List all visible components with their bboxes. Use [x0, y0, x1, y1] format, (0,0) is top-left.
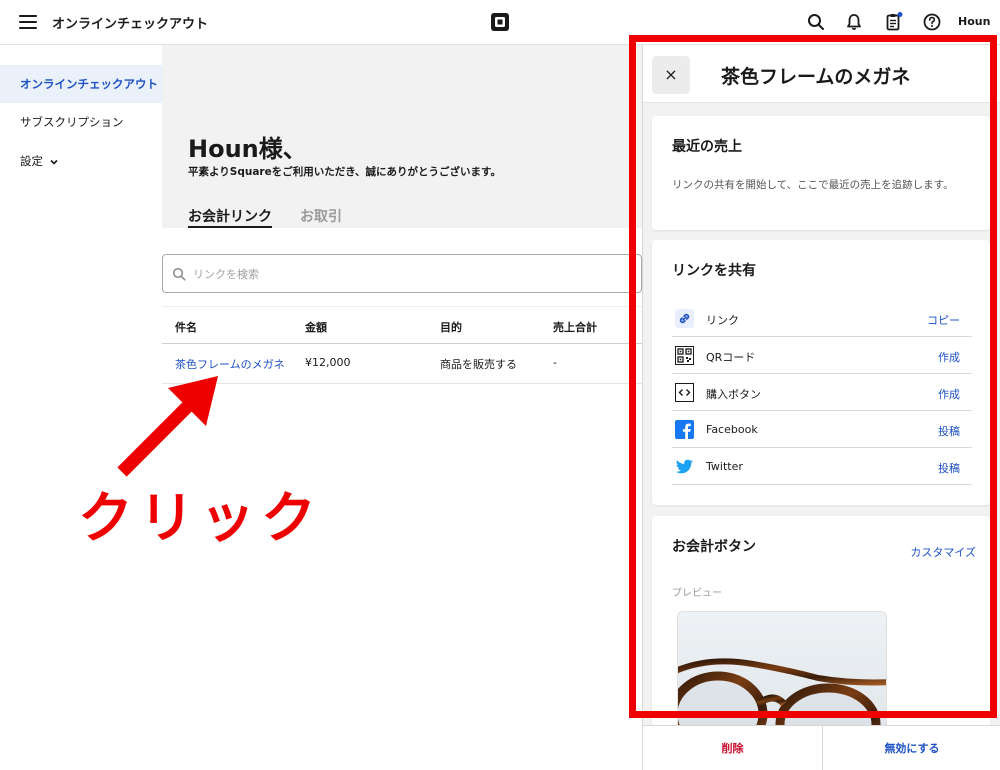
annotation-click-label: クリック — [78, 486, 323, 550]
share-row-link[interactable]: リンク コピー — [672, 300, 972, 337]
delete-button[interactable]: 削除 — [643, 726, 822, 770]
recent-sales-card: 最近の売上 リンクの共有を開始して、ここで最近の売上を追跡します。 — [652, 116, 990, 230]
glasses-image — [678, 612, 886, 735]
disable-button[interactable]: 無効にする — [822, 726, 1000, 770]
create-qr-button[interactable]: 作成 — [938, 349, 960, 365]
link-icon — [675, 309, 694, 328]
share-row-buy-button[interactable]: 購入ボタン 作成 — [672, 374, 972, 411]
share-label: リンク — [706, 314, 739, 327]
post-twitter-button[interactable]: 投稿 — [938, 460, 960, 476]
search-field[interactable] — [162, 254, 642, 293]
share-label: Twitter — [706, 460, 743, 473]
search-icon[interactable] — [806, 12, 826, 32]
share-label: QRコード — [706, 351, 756, 364]
panel-header: × 茶色フレームのメガネ — [643, 45, 1000, 103]
column-header-purpose[interactable]: 目的 — [440, 319, 462, 335]
panel-footer: 削除 無効にする — [643, 725, 1000, 770]
create-buy-button-button[interactable]: 作成 — [938, 386, 960, 402]
facebook-icon — [675, 420, 694, 439]
qr-code-icon — [675, 346, 694, 365]
sidebar-item-settings[interactable]: 設定 — [0, 142, 162, 180]
user-name[interactable]: Houn — [958, 15, 990, 28]
greeting-subtitle: 平素よりSquareをご利用いただき、誠にありがとうございます。 — [188, 166, 501, 178]
tab-transactions[interactable]: お取引 — [300, 206, 342, 228]
sidebar-item-label: 設定 — [20, 154, 43, 168]
share-row-qr-code[interactable]: QRコード 作成 — [672, 337, 972, 374]
chevron-down-icon — [50, 159, 58, 165]
sidebar-item-label: オンラインチェックアウト — [20, 77, 158, 91]
panel-title: 茶色フレームのメガネ — [721, 66, 911, 88]
share-row-twitter[interactable]: Twitter 投稿 — [672, 448, 972, 485]
share-row-facebook[interactable]: Facebook 投稿 — [672, 411, 972, 448]
search-icon — [172, 267, 186, 281]
twitter-icon — [675, 459, 693, 474]
table-header: 件名 金額 目的 売上合計 — [162, 306, 642, 344]
annotation-arrow-icon — [117, 376, 218, 477]
link-detail-panel: × 茶色フレームのメガネ 最近の売上 リンクの共有を開始して、ここで最近の売上を… — [642, 45, 1000, 770]
recent-sales-text: リンクの共有を開始して、ここで最近の売上を追跡します。 — [672, 179, 954, 191]
link-sales: - — [553, 356, 557, 369]
checkout-button-title: お会計ボタン — [672, 539, 756, 555]
customize-link[interactable]: カスタマイズ — [910, 544, 976, 560]
share-link-title: リンクを共有 — [672, 263, 756, 279]
tab-checkout-links[interactable]: お会計リンク — [188, 206, 272, 228]
share-label: Facebook — [706, 423, 758, 436]
help-icon[interactable] — [922, 12, 942, 32]
copy-link-button[interactable]: コピー — [927, 312, 960, 328]
search-input[interactable] — [193, 264, 593, 284]
code-icon — [675, 383, 694, 402]
column-header-name[interactable]: 件名 — [175, 319, 197, 335]
page-title: Houn様、 — [188, 135, 307, 163]
recent-sales-title: 最近の売上 — [672, 139, 742, 155]
sidebar-item-label: サブスクリプション — [20, 115, 124, 129]
product-preview-image — [677, 611, 887, 736]
column-header-amount[interactable]: 金額 — [305, 319, 327, 335]
menu-icon[interactable] — [19, 15, 37, 29]
post-facebook-button[interactable]: 投稿 — [938, 423, 960, 439]
bell-icon[interactable] — [844, 12, 864, 32]
square-logo[interactable] — [490, 12, 510, 32]
column-header-sales[interactable]: 売上合計 — [553, 319, 597, 335]
link-purpose: 商品を販売する — [440, 358, 517, 371]
share-label: 購入ボタン — [706, 388, 761, 401]
link-amount: ¥12,000 — [305, 356, 351, 369]
close-button[interactable]: × — [652, 56, 690, 94]
clipboard-icon[interactable] — [883, 12, 903, 32]
close-icon: × — [664, 65, 678, 84]
share-link-card: リンクを共有 リンク コピー QRコード 作成 購入ボタン 作成 Faceboo… — [652, 240, 990, 505]
sidebar-item-subscriptions[interactable]: サブスクリプション — [0, 103, 162, 141]
app-title: オンラインチェックアウト — [52, 17, 209, 32]
sidebar-item-online-checkout[interactable]: オンラインチェックアウト — [0, 65, 162, 103]
top-bar: オンラインチェックアウト Houn — [0, 0, 1000, 45]
preview-label: プレビュー — [672, 588, 722, 599]
